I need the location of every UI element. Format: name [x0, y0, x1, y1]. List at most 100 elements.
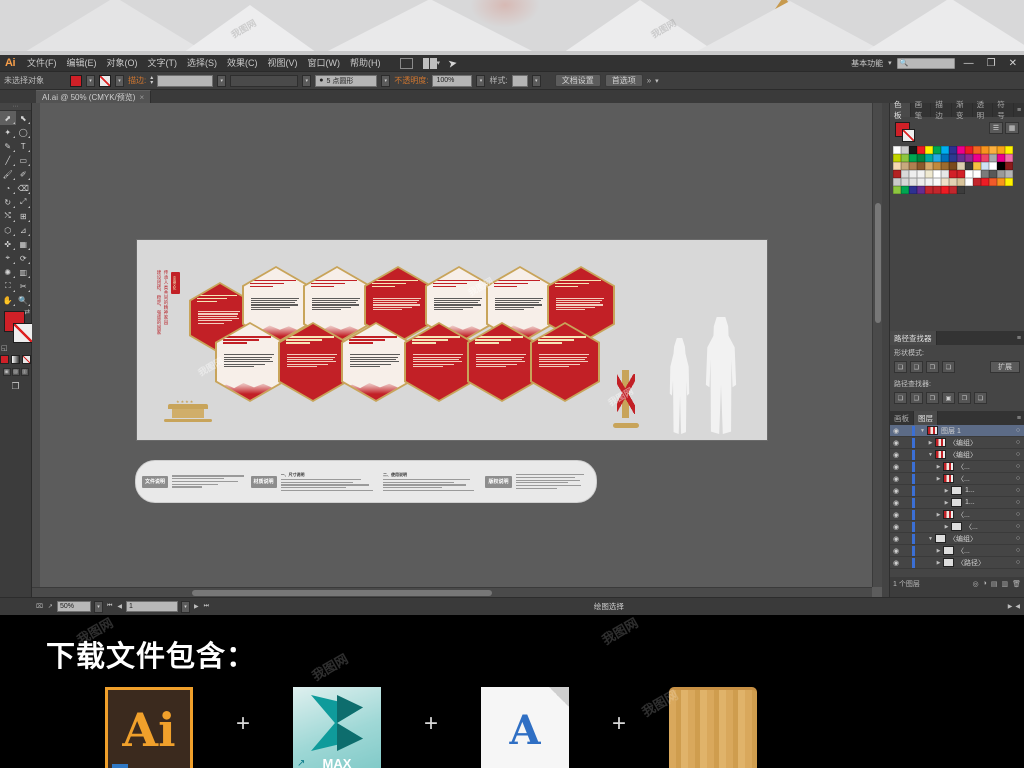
stroke-swatch[interactable] [902, 129, 915, 142]
color-swatch[interactable] [901, 178, 909, 186]
unite-button[interactable]: ❏ [894, 361, 907, 373]
color-swatch[interactable] [957, 154, 965, 162]
panel-menu-icon[interactable]: ≡ [1014, 331, 1024, 345]
layer-twirl-icon[interactable]: ▶ [934, 512, 943, 518]
layer-target-icon[interactable]: ○ [1012, 451, 1024, 458]
screen-mode-button[interactable]: ❐ [0, 378, 31, 395]
direct-selection-tool[interactable]: ⬉ [16, 111, 32, 125]
color-swatch[interactable] [949, 154, 957, 162]
eye-icon[interactable]: ◉ [890, 439, 902, 447]
color-swatch[interactable] [925, 162, 933, 170]
layer-twirl-icon[interactable]: ▶ [942, 488, 951, 494]
scale-tool[interactable]: ⤢ [16, 195, 32, 209]
menu-file[interactable]: 文件(F) [22, 55, 62, 72]
color-swatch[interactable] [1005, 154, 1013, 162]
stroke-stepper[interactable]: ▴ ▾ [150, 75, 153, 86]
color-swatch[interactable] [893, 154, 901, 162]
color-swatch[interactable] [973, 170, 981, 178]
trim-button[interactable]: ❑ [910, 392, 923, 404]
document-tab[interactable]: AI.ai @ 50% (CMYK/预览) × [36, 90, 152, 103]
color-swatch[interactable] [941, 186, 949, 194]
color-swatch[interactable] [893, 178, 901, 186]
layer-twirl-icon[interactable]: ▼ [926, 452, 935, 458]
color-swatch[interactable] [957, 162, 965, 170]
layer-twirl-icon[interactable]: ▶ [942, 524, 951, 530]
gradient-button[interactable] [11, 355, 20, 364]
color-swatch[interactable] [941, 154, 949, 162]
color-swatch[interactable] [989, 146, 997, 154]
shape-builder-tool[interactable]: ⬡ [0, 223, 16, 237]
tab-gradient[interactable]: 渐变 [952, 100, 973, 120]
graphic-style-swatch[interactable] [511, 74, 528, 87]
create-sublayer-icon[interactable]: ▤ [991, 580, 998, 588]
exclude-button[interactable]: ❏ [942, 361, 955, 373]
tab-transparency[interactable]: 透明 [973, 100, 994, 120]
merge-button[interactable]: ❒ [926, 392, 939, 404]
layer-twirl-icon[interactable]: ▶ [926, 440, 935, 446]
layers-list[interactable]: ◉ ▼ 图层 1 ○ ◉ ▶ 〈编组〉 ○ ◉ ▼ 〈编组〉 ○ ◉ ▶ 〈... ○ ◉ ▶ 〈... ○ ◉ ▶ 1..… [890, 425, 1024, 577]
eye-icon[interactable]: ◉ [890, 463, 902, 471]
close-button[interactable]: ✕ [1005, 55, 1021, 72]
style-dropdown-icon[interactable]: ▾ [531, 74, 541, 87]
color-swatch[interactable] [957, 178, 965, 186]
eye-icon[interactable]: ◉ [890, 559, 902, 567]
layer-row[interactable]: ◉ ▶ 〈... ○ [890, 545, 1024, 557]
layer-name[interactable]: 〈路径〉 [957, 558, 1012, 568]
color-swatch[interactable] [901, 170, 909, 178]
divide-button[interactable]: ❏ [894, 392, 907, 404]
stroke-color-swatch[interactable] [99, 74, 111, 87]
rotate-tool[interactable]: ↻ [0, 195, 16, 209]
eye-icon[interactable]: ◉ [890, 427, 902, 435]
first-artboard-icon[interactable]: ⏮ [106, 603, 113, 610]
color-swatch[interactable] [989, 178, 997, 186]
current-fill-stroke[interactable] [895, 122, 917, 142]
color-swatch[interactable] [965, 162, 973, 170]
draw-inside-icon[interactable]: ▥ [20, 368, 29, 376]
color-swatch[interactable] [909, 146, 917, 154]
color-swatch[interactable] [933, 154, 941, 162]
tab-stroke[interactable]: 描边 [931, 100, 952, 120]
perspective-grid-tool[interactable]: ⊿ [16, 223, 32, 237]
color-swatch[interactable] [997, 170, 1005, 178]
color-swatch[interactable] [1005, 178, 1013, 186]
draw-behind-icon[interactable]: ▨ [11, 368, 20, 376]
swap-fill-stroke-icon[interactable]: ⇄ [24, 308, 30, 316]
color-swatch[interactable] [925, 146, 933, 154]
layer-row[interactable]: ◉ ▶ 1... ○ [890, 485, 1024, 497]
layer-row[interactable]: ◉ ▶ 〈编组〉 ○ [890, 437, 1024, 449]
scrollbar-thumb[interactable] [192, 590, 492, 596]
blob-brush-tool[interactable]: ◔ [0, 181, 16, 195]
layer-row[interactable]: ◉ ▶ 〈... ○ [890, 473, 1024, 485]
layer-twirl-icon[interactable]: ▼ [926, 536, 935, 542]
color-swatch[interactable] [901, 186, 909, 194]
color-swatch[interactable] [941, 178, 949, 186]
fill-color-swatch[interactable] [70, 74, 82, 87]
color-swatch[interactable] [917, 178, 925, 186]
color-swatch[interactable] [893, 170, 901, 178]
color-swatch[interactable] [917, 170, 925, 178]
layer-name[interactable]: 〈编组〉 [949, 438, 1012, 448]
color-swatch[interactable] [941, 162, 949, 170]
close-icon[interactable]: × [139, 93, 144, 102]
minimize-button[interactable]: — [960, 55, 978, 72]
color-swatch[interactable] [973, 154, 981, 162]
layer-name[interactable]: 〈... [957, 510, 1012, 520]
opacity-dropdown-icon[interactable]: ▾ [476, 74, 486, 87]
layer-twirl-icon[interactable]: ▶ [934, 476, 943, 482]
default-fill-stroke-icon[interactable]: ◱ [1, 344, 8, 352]
menu-view[interactable]: 视图(V) [263, 55, 303, 72]
type-tool[interactable]: T [16, 139, 32, 153]
tab-brushes[interactable]: 画笔 [911, 100, 932, 120]
color-swatch[interactable] [1005, 170, 1013, 178]
status-expand-icon[interactable]: ▶ [1008, 603, 1013, 610]
layer-target-icon[interactable]: ○ [1012, 559, 1024, 566]
layer-row[interactable]: ◉ ▼ 图层 1 ○ [890, 425, 1024, 437]
eye-icon[interactable]: ◉ [890, 487, 902, 495]
color-swatch[interactable] [957, 170, 965, 178]
color-swatch[interactable] [909, 162, 917, 170]
crop-button[interactable]: ▣ [942, 392, 955, 404]
layer-target-icon[interactable]: ○ [1012, 439, 1024, 446]
status-mode-label[interactable]: 绘图选择 [594, 601, 624, 612]
menu-type[interactable]: 文字(T) [143, 55, 183, 72]
color-swatch[interactable] [933, 162, 941, 170]
